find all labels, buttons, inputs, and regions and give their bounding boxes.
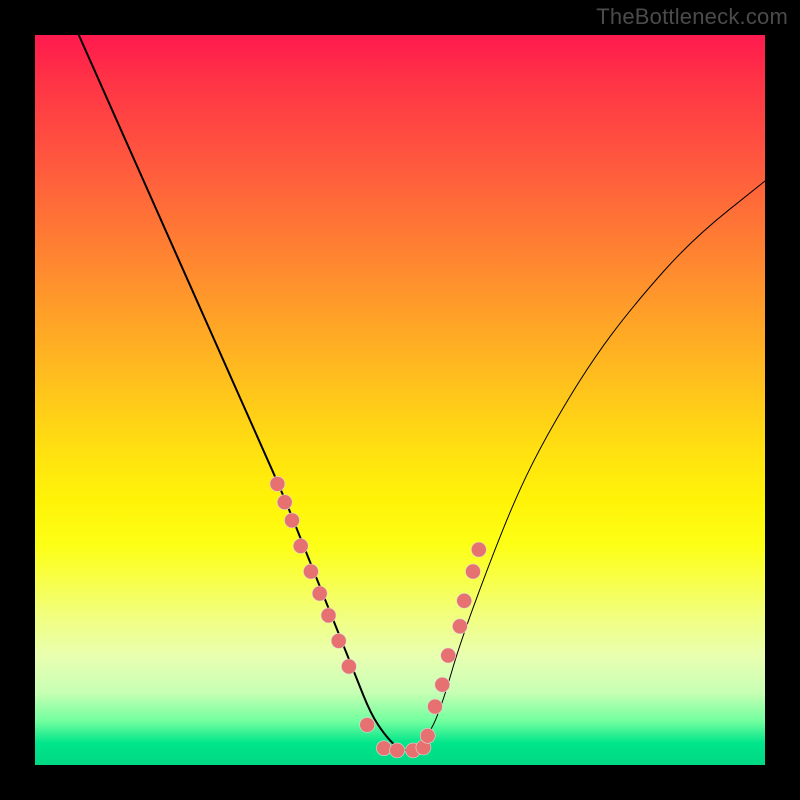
data-point xyxy=(277,495,292,510)
data-points xyxy=(270,476,486,758)
watermark-text: TheBottleneck.com xyxy=(596,4,788,30)
data-point xyxy=(331,633,346,648)
data-point xyxy=(471,542,486,557)
data-point xyxy=(270,476,285,491)
data-point xyxy=(321,608,336,623)
data-point xyxy=(452,619,467,634)
data-point xyxy=(341,659,356,674)
curve-right-segment xyxy=(415,181,765,750)
data-point xyxy=(360,717,375,732)
data-point xyxy=(457,593,472,608)
curve-left-segment xyxy=(79,35,415,750)
chart-frame: TheBottleneck.com xyxy=(0,0,800,800)
data-point xyxy=(376,741,391,756)
data-point xyxy=(466,564,481,579)
plot-area xyxy=(35,35,765,765)
data-point xyxy=(303,564,318,579)
data-point xyxy=(312,586,327,601)
data-point xyxy=(390,743,405,758)
chart-svg xyxy=(35,35,765,765)
data-point xyxy=(435,677,450,692)
data-point xyxy=(285,513,300,528)
data-point xyxy=(428,699,443,714)
data-point xyxy=(420,728,435,743)
data-point xyxy=(441,648,456,663)
data-point xyxy=(293,539,308,554)
